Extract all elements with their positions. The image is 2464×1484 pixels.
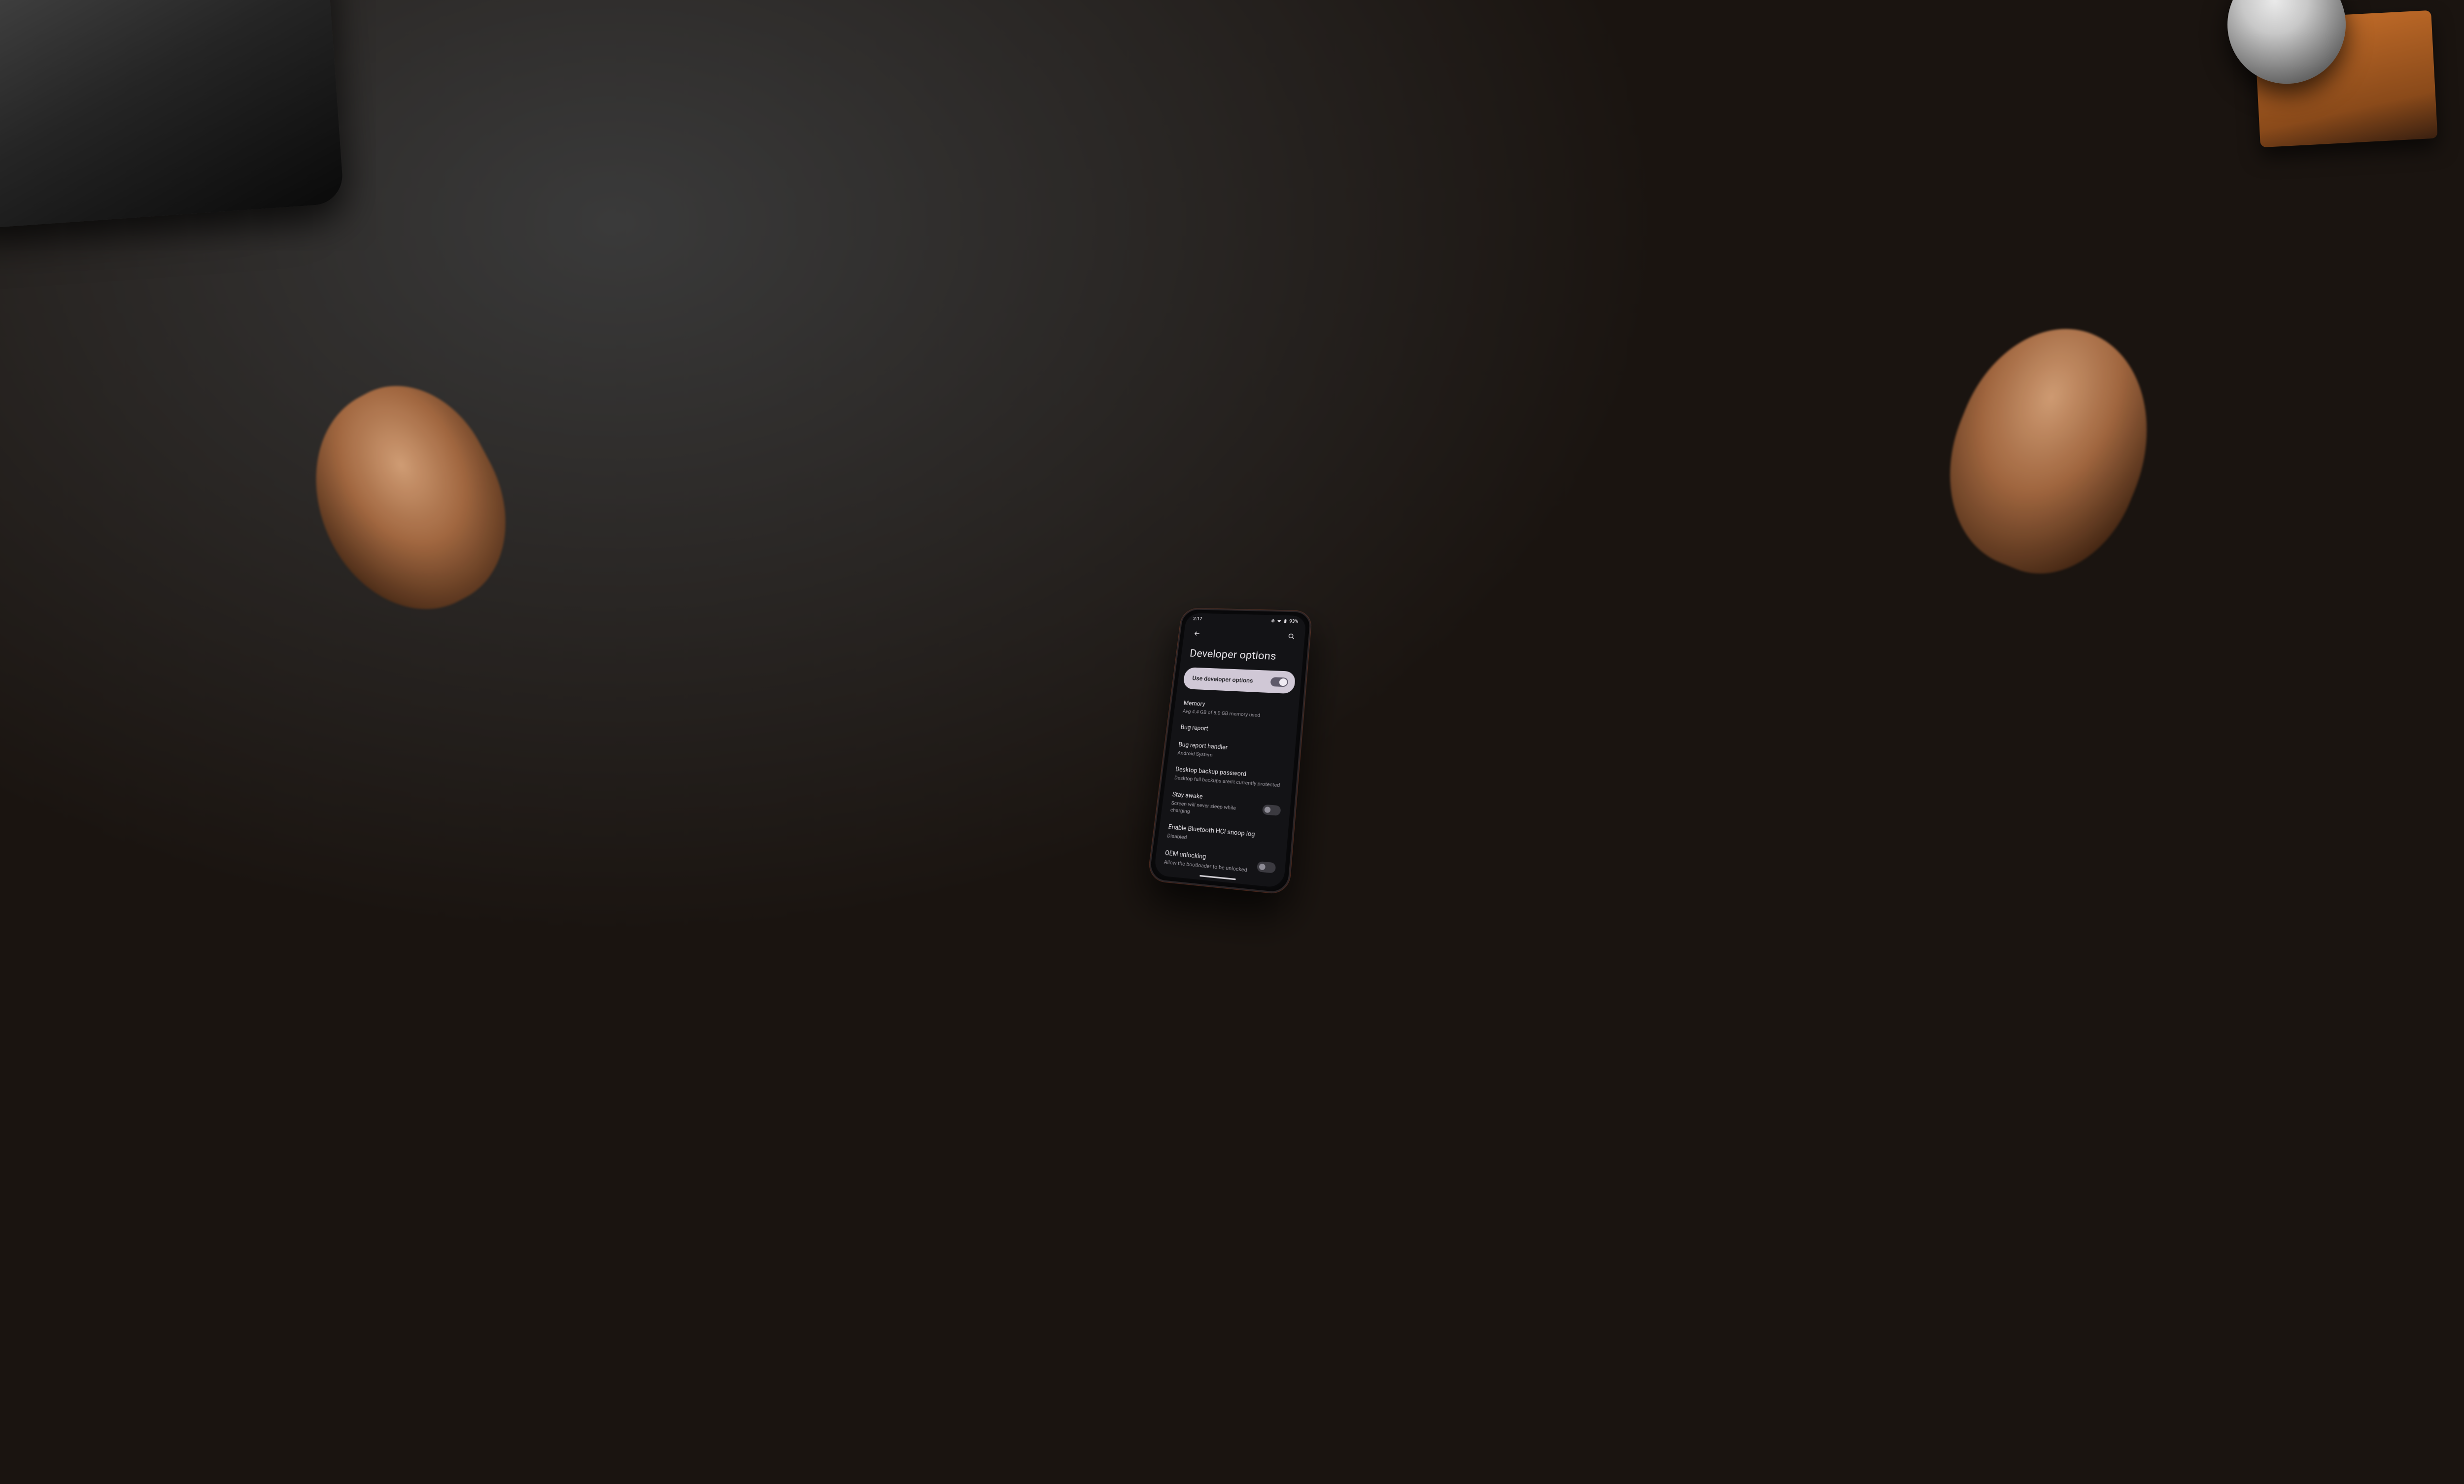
master-toggle-card[interactable]: Use developer options	[1183, 667, 1296, 694]
back-button[interactable]	[1190, 627, 1204, 640]
status-time: 2:17	[1193, 616, 1202, 621]
wifi-icon	[1277, 619, 1282, 623]
scene-laptop	[0, 0, 344, 230]
search-icon	[1287, 632, 1296, 640]
row-toggle-oem-unlock[interactable]	[1257, 861, 1276, 874]
row-text: Desktop backup passwordDesktop full back…	[1174, 766, 1284, 789]
arrow-back-icon	[1193, 630, 1201, 638]
row-text: MemoryAvg 4.4 GB of 8.0 GB memory used	[1182, 700, 1290, 720]
phone-screen: 2:17 93% Developer options Use developer…	[1154, 613, 1306, 888]
row-text: Bug report handlerAndroid System	[1177, 741, 1286, 763]
battery-icon	[1283, 619, 1288, 623]
page-title: Developer options	[1180, 641, 1304, 672]
row-text: Stay awakeScreen will never sleep while …	[1170, 791, 1258, 820]
status-right: 93%	[1270, 618, 1299, 624]
row-toggle-stay-awake[interactable]	[1262, 805, 1281, 816]
master-toggle-switch[interactable]	[1270, 677, 1288, 687]
row-text: OEM unlockingAllow the bootloader to be …	[1164, 849, 1252, 874]
master-toggle-label: Use developer options	[1192, 675, 1254, 684]
row-text: Enable Bluetooth HCI snoop logDisabled	[1167, 823, 1279, 849]
status-battery: 93%	[1289, 619, 1299, 624]
row-title: Bug report	[1180, 724, 1288, 738]
search-button[interactable]	[1284, 630, 1299, 642]
vibrate-icon	[1270, 619, 1275, 623]
row-text: Bug report	[1180, 724, 1288, 738]
settings-list: MemoryAvg 4.4 GB of 8.0 GB memory used Bu…	[1154, 695, 1299, 883]
